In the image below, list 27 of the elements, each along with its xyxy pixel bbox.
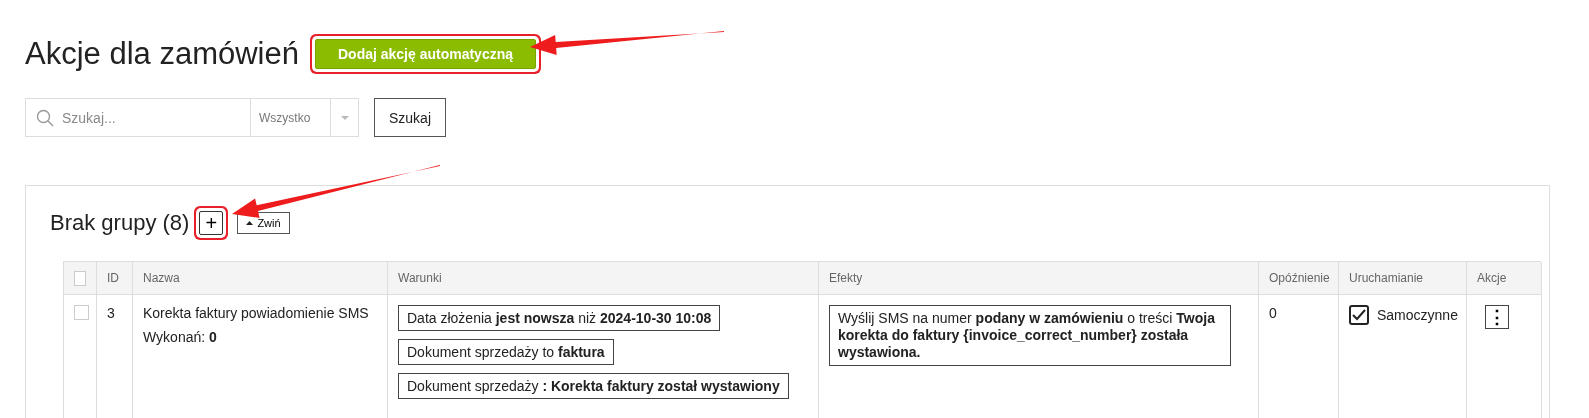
- condition-tag: Dokument sprzedaży to faktura: [398, 339, 614, 365]
- column-header: Opóźnienie: [1259, 262, 1339, 295]
- group-title: Brak grupy (8): [50, 210, 190, 236]
- run-count: Wykonań: 0: [143, 329, 217, 345]
- search-field[interactable]: Szukaj...: [25, 98, 251, 137]
- column-header: Nazwa: [133, 262, 388, 295]
- effect-tag: Wyślij SMS na numer podany w zamówieniu o treści Twoja korekta do faktury {invoice_correct_number} została wystawiona.: [829, 305, 1231, 366]
- column-header: Akcje: [1467, 262, 1542, 295]
- page-title: Akcje dla zamówień: [25, 36, 299, 72]
- filter-dropdown[interactable]: Wszystko: [251, 98, 359, 137]
- column-header: Efekty: [819, 262, 1259, 295]
- more-button[interactable]: ⋮: [1485, 305, 1509, 329]
- collapse-button[interactable]: Zwiń: [237, 212, 290, 234]
- trigger-label: Samoczynne: [1377, 307, 1458, 323]
- table-cell: 0: [1269, 305, 1277, 321]
- caret-icon: [340, 115, 349, 120]
- condition-tag: Dokument sprzedaży : Korekta faktury został wystawiony: [398, 373, 789, 399]
- table-cell: Korekta faktury powiadomienie SMS: [143, 305, 369, 321]
- column-header: Uruchamianie: [1339, 262, 1467, 295]
- column-header: ID: [97, 262, 133, 295]
- column-header: Warunki: [388, 262, 819, 295]
- checkbox[interactable]: [1349, 305, 1369, 325]
- table-cell: 3: [107, 305, 115, 321]
- caret-icon: [246, 221, 254, 225]
- search-button[interactable]: Szukaj: [374, 98, 447, 137]
- condition-tag: Data złożenia jest nowsza niż 2024-10-30 10:08: [398, 305, 721, 331]
- search-icon: [36, 108, 54, 127]
